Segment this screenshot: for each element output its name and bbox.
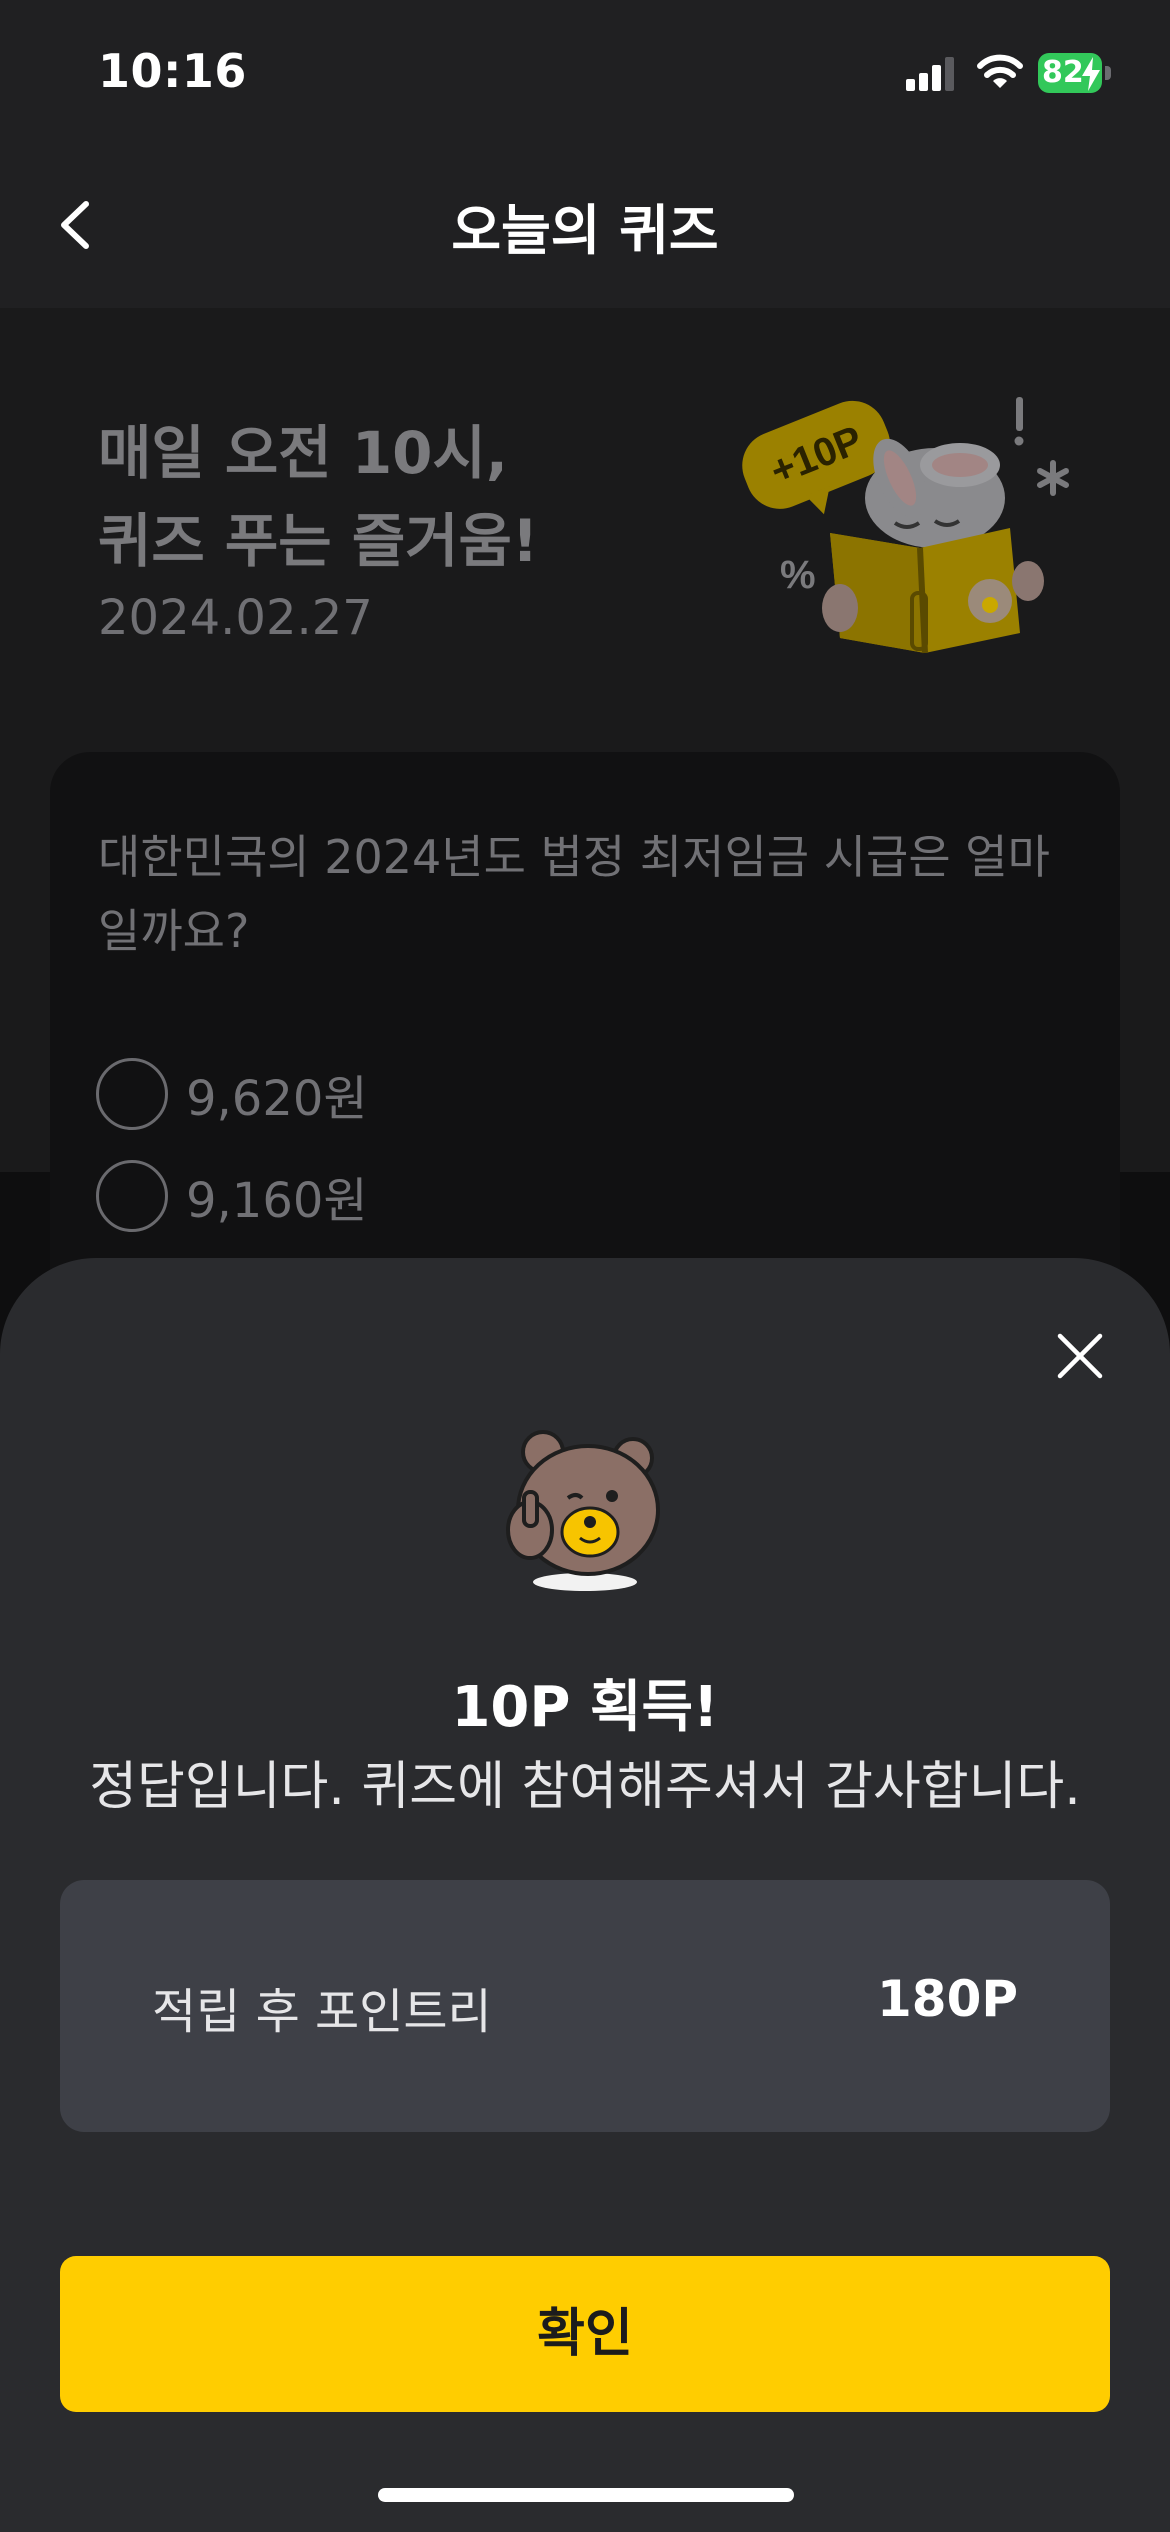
reward-title: 10P 획득! — [451, 1675, 719, 1740]
confirm-label: 확인 — [537, 2305, 633, 2363]
radio-button[interactable] — [96, 1160, 168, 1232]
bear-thumbs-up-icon — [506, 1430, 660, 1591]
points-label: 적립 후 포인트리 — [152, 1984, 492, 2040]
points-value: 180P — [876, 1970, 1018, 2028]
wifi-icon — [977, 54, 1023, 88]
reward-message: 정답입니다. 퀴즈에 참여해주셔서 감사합니다. — [89, 1757, 1081, 1817]
status-bar: 10:16 82 — [0, 0, 1170, 150]
option-label: 9,620원 — [186, 1071, 368, 1127]
nav-header: 오늘의 퀴즈 — [0, 150, 1170, 308]
hero-headline-line2: 퀴즈 푸는 즐거움! — [98, 507, 539, 575]
quiz-date: 2024.02.27 — [98, 590, 373, 646]
radio-button[interactable] — [96, 1058, 168, 1130]
option-label: 9,160원 — [186, 1173, 368, 1229]
page-title: 오늘의 퀴즈 — [451, 199, 719, 262]
confirm-button[interactable]: 확인 — [60, 2256, 1110, 2412]
quiz-question: 대한민국의 2024년도 법정 최저임금 시급은 얼마일까요? — [98, 830, 1050, 958]
status-time: 10:16 — [98, 44, 247, 98]
charging-bolt-icon — [1082, 57, 1100, 91]
points-summary: 적립 후 포인트리 180P — [60, 1880, 1110, 2132]
rabbit-reading-book-icon: +10P % — [742, 397, 1069, 654]
close-icon[interactable] — [1046, 1322, 1114, 1390]
svg-text:%: % — [780, 553, 816, 597]
quiz-option[interactable]: 9,620원 — [96, 1058, 368, 1130]
home-indicator[interactable] — [378, 2488, 794, 2502]
hero-headline-line1: 매일 오전 10시, — [98, 419, 508, 487]
quiz-screen: 10:16 82 오늘의 퀴즈 매일 오전 10시, 퀴즈 푸는 즐거움! 20… — [0, 0, 1170, 2532]
battery-cap — [1105, 66, 1111, 80]
battery-percent: 82 — [1042, 55, 1084, 90]
quiz-option[interactable]: 9,160원 — [96, 1160, 368, 1232]
cellular-signal-icon — [906, 55, 958, 91]
